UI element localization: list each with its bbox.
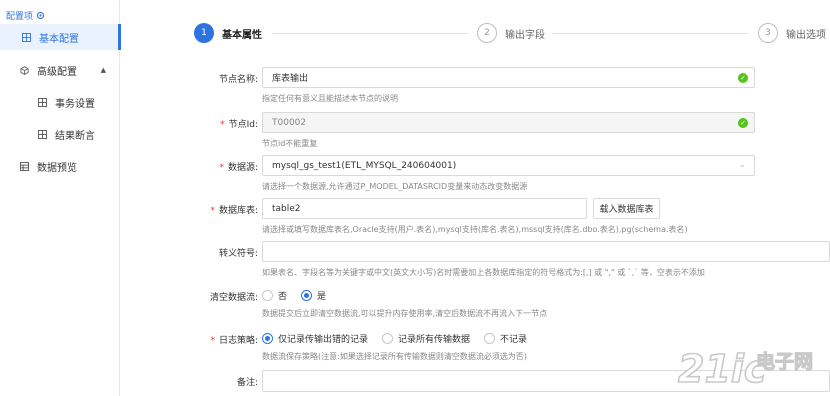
log-option-all[interactable]: 记录所有传输数据 bbox=[382, 332, 470, 345]
required-mark: * bbox=[219, 163, 224, 173]
grid-icon bbox=[38, 97, 47, 107]
table-icon bbox=[20, 161, 29, 171]
step-output-options[interactable]: 3 输出选项 bbox=[758, 22, 826, 44]
node-id-input[interactable]: T00002 ✓ bbox=[262, 112, 755, 133]
sidebar-item-basic-config[interactable]: 基本配置 bbox=[0, 24, 121, 50]
clear-stream-radio-group: 否 是 bbox=[262, 289, 340, 302]
clear-stream-label: 清空数据流: bbox=[209, 293, 258, 303]
sidebar-item-data-preview[interactable]: 数据预览 bbox=[0, 153, 120, 179]
remark-label: 备注: bbox=[236, 378, 258, 388]
datasource-select[interactable]: mysql_gs_test1(ETL_MYSQL_240604001) ⌄ bbox=[262, 155, 755, 176]
log-strategy-help: 数据流保存策略(注意:如果选择记录所有传输数据则清空数据流必须选为否) bbox=[262, 352, 527, 361]
sidebar-item-label: 事务设置 bbox=[55, 98, 95, 110]
node-id-value: T00002 bbox=[272, 117, 307, 128]
radio-label: 不记录 bbox=[500, 335, 528, 345]
table-label: 数据库表: bbox=[218, 206, 258, 216]
sidebar-item-transaction[interactable]: 事务设置 bbox=[0, 89, 120, 115]
node-name-value: 库表输出 bbox=[272, 74, 309, 84]
log-option-errors-only[interactable]: 仅记录传输出错的记录 bbox=[262, 332, 368, 345]
step-indicator: 1 基本属性 2 输出字段 3 输出选项 bbox=[194, 22, 830, 46]
grid-icon bbox=[38, 129, 47, 139]
watermark-subtext: 电子网 bbox=[756, 350, 813, 373]
sidebar-title: 配置项 bbox=[6, 9, 45, 22]
required-mark: * bbox=[220, 120, 225, 130]
radio-label: 否 bbox=[278, 292, 288, 302]
step-connector bbox=[272, 33, 468, 34]
clear-stream-help: 数据提交后立即清空数据流,可以提升内存使用率,清空后数据流不再流入下一节点 bbox=[262, 309, 548, 318]
node-id-help: 节点id不能重复 bbox=[262, 139, 318, 148]
check-circle-icon: ✓ bbox=[738, 73, 748, 83]
clear-stream-option-yes[interactable]: 是 bbox=[301, 289, 326, 302]
table-input[interactable]: table2 bbox=[262, 198, 587, 219]
load-tables-button[interactable]: 载入数据库表 bbox=[593, 198, 660, 219]
radio-circle bbox=[262, 290, 273, 301]
required-mark: * bbox=[210, 206, 215, 216]
clear-stream-option-no[interactable]: 否 bbox=[262, 289, 287, 302]
log-option-none[interactable]: 不记录 bbox=[484, 332, 527, 345]
table-help: 请选择或填写数据库表名,Oracle支持(用户.表名),mysql支持(库名.表… bbox=[262, 225, 688, 234]
chevron-down-icon: ⌄ bbox=[738, 160, 746, 170]
sidebar-item-advanced-config[interactable]: 高级配置 ▲ bbox=[0, 57, 120, 83]
settings-icon[interactable] bbox=[36, 11, 45, 20]
node-id-label: 节点Id: bbox=[228, 120, 258, 130]
cube-icon bbox=[20, 65, 29, 75]
step-connector bbox=[552, 33, 748, 34]
escape-help: 如果表名、字段名等为关键字或中文(英文大小写)名时需要加上各数据库指定的符号格式… bbox=[262, 268, 705, 277]
sidebar-item-assertion[interactable]: 结果断言 bbox=[0, 121, 120, 147]
table-value: table2 bbox=[272, 203, 301, 214]
step-label: 输出字段 bbox=[505, 29, 545, 41]
node-name-help: 指定任何有意义且能描述本节点的说明 bbox=[262, 94, 398, 103]
radio-label: 是 bbox=[317, 292, 327, 302]
radio-circle bbox=[484, 333, 496, 344]
watermark-logo: 21ic 电子网 bbox=[677, 346, 813, 392]
sidebar-item-label: 高级配置 bbox=[37, 66, 77, 78]
datasource-help: 请选择一个数据源,允许通过P_MODEL_DATASRCID变量来动态改变数据源 bbox=[262, 182, 528, 191]
log-strategy-radio-group: 仅记录传输出错的记录 记录所有传输数据 不记录 bbox=[262, 332, 541, 345]
step-label: 基本属性 bbox=[222, 29, 262, 41]
required-mark: * bbox=[210, 336, 215, 346]
radio-label: 仅记录传输出错的记录 bbox=[278, 335, 369, 345]
radio-circle bbox=[382, 333, 394, 344]
escape-label: 转义符号: bbox=[218, 249, 258, 259]
step-number: 1 bbox=[194, 23, 214, 43]
step-output-fields[interactable]: 2 输出字段 bbox=[477, 22, 545, 44]
step-number: 3 bbox=[758, 23, 778, 43]
radio-label: 记录所有传输数据 bbox=[398, 335, 471, 345]
datasource-label: 数据源: bbox=[227, 163, 258, 173]
grid-icon bbox=[22, 32, 31, 42]
sidebar-item-label: 数据预览 bbox=[37, 162, 77, 174]
escape-input[interactable] bbox=[262, 241, 830, 262]
node-name-input[interactable]: 库表输出 ✓ bbox=[262, 67, 755, 88]
chevron-up-icon[interactable]: ▲ bbox=[101, 66, 106, 74]
sidebar: 配置项 基本配置 高级配置 ▲ 事务设置 结果断言 数据预览 bbox=[0, 0, 121, 396]
datasource-value: mysql_gs_test1(ETL_MYSQL_240604001) bbox=[272, 160, 457, 171]
step-label: 输出选项 bbox=[786, 29, 826, 41]
step-number: 2 bbox=[477, 23, 497, 43]
step-basic-props[interactable]: 1 基本属性 bbox=[194, 22, 262, 44]
node-name-label: 节点名称: bbox=[218, 75, 258, 85]
sidebar-item-label: 结果断言 bbox=[55, 130, 95, 142]
sidebar-item-label: 基本配置 bbox=[39, 33, 79, 45]
watermark-text: 21ic bbox=[678, 347, 767, 391]
radio-circle-selected bbox=[262, 333, 273, 344]
check-circle-icon: ✓ bbox=[738, 118, 748, 128]
radio-circle-selected bbox=[301, 290, 313, 301]
log-strategy-label: 日志策略: bbox=[218, 336, 258, 346]
sidebar-title-text: 配置项 bbox=[6, 12, 34, 22]
